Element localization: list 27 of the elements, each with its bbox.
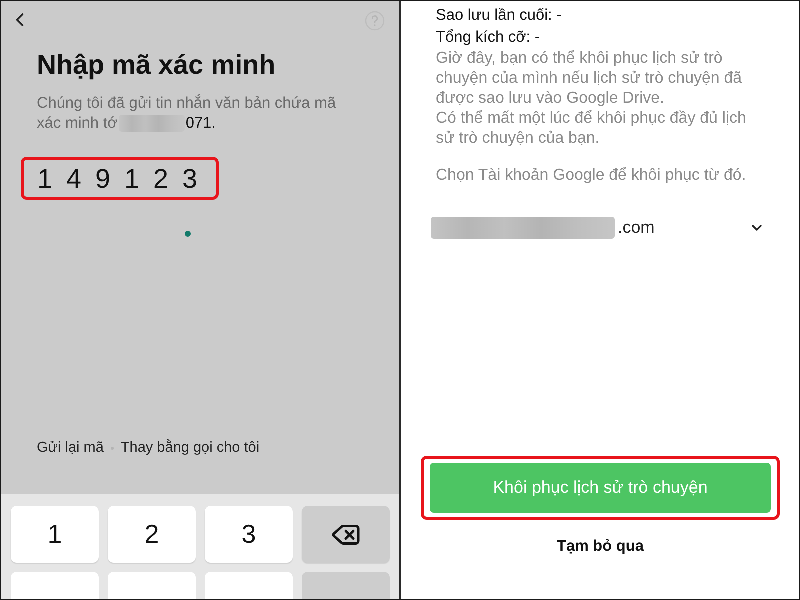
loading-dot-icon [185, 231, 191, 237]
text-link[interactable]: Thay bằng gọi cho tôi [120, 438, 260, 458]
code-digit: 9 [94, 162, 112, 194]
account-prompt: Chọn Tài khoản Google để khôi phục từ đó. [436, 166, 748, 186]
description-paragraph: Có thể mất một lúc để khôi phục đầy đủ lịch sử trò chuyện của bạn. [436, 109, 748, 149]
code-digit: 1 [36, 162, 54, 194]
keypad-key[interactable]: 1 [11, 506, 99, 563]
total-size-text: Tổng kích cỡ: - [436, 28, 542, 48]
keypad-key[interactable] [205, 572, 293, 599]
backspace-key[interactable] [302, 506, 390, 563]
email-suffix: .com [618, 218, 655, 238]
code-digit: 2 [152, 162, 170, 194]
code-digit: 1 [123, 162, 141, 194]
keypad-key[interactable]: 3 [205, 506, 293, 563]
text-link[interactable]: Gửi lại mã [37, 438, 104, 458]
code-digit: 3 [181, 162, 199, 194]
last-backup-text: Sao lưu lần cuối: - [436, 6, 563, 26]
description-paragraph: Giờ đây, bạn có thể khôi phục lịch sử trò chuyện của mình nếu lịch sử trò chuyện đã được sao lưu vào Google Drive. [436, 49, 743, 109]
keypad-key[interactable] [302, 572, 390, 599]
verification-message: Chúng tôi đã gửi tin nhắn văn bản chứa mã xác minh tớ 071. [37, 94, 338, 134]
keypad-key[interactable] [11, 572, 99, 599]
keypad-key[interactable] [108, 572, 196, 599]
skip-button[interactable]: Tạm bỏ qua [557, 537, 644, 557]
account-dropdown[interactable]: .com [430, 213, 769, 243]
screen-title: Nhập mã xác minh [37, 49, 277, 82]
keypad-key[interactable]: 2 [108, 506, 196, 563]
code-digit: 4 [65, 162, 83, 194]
